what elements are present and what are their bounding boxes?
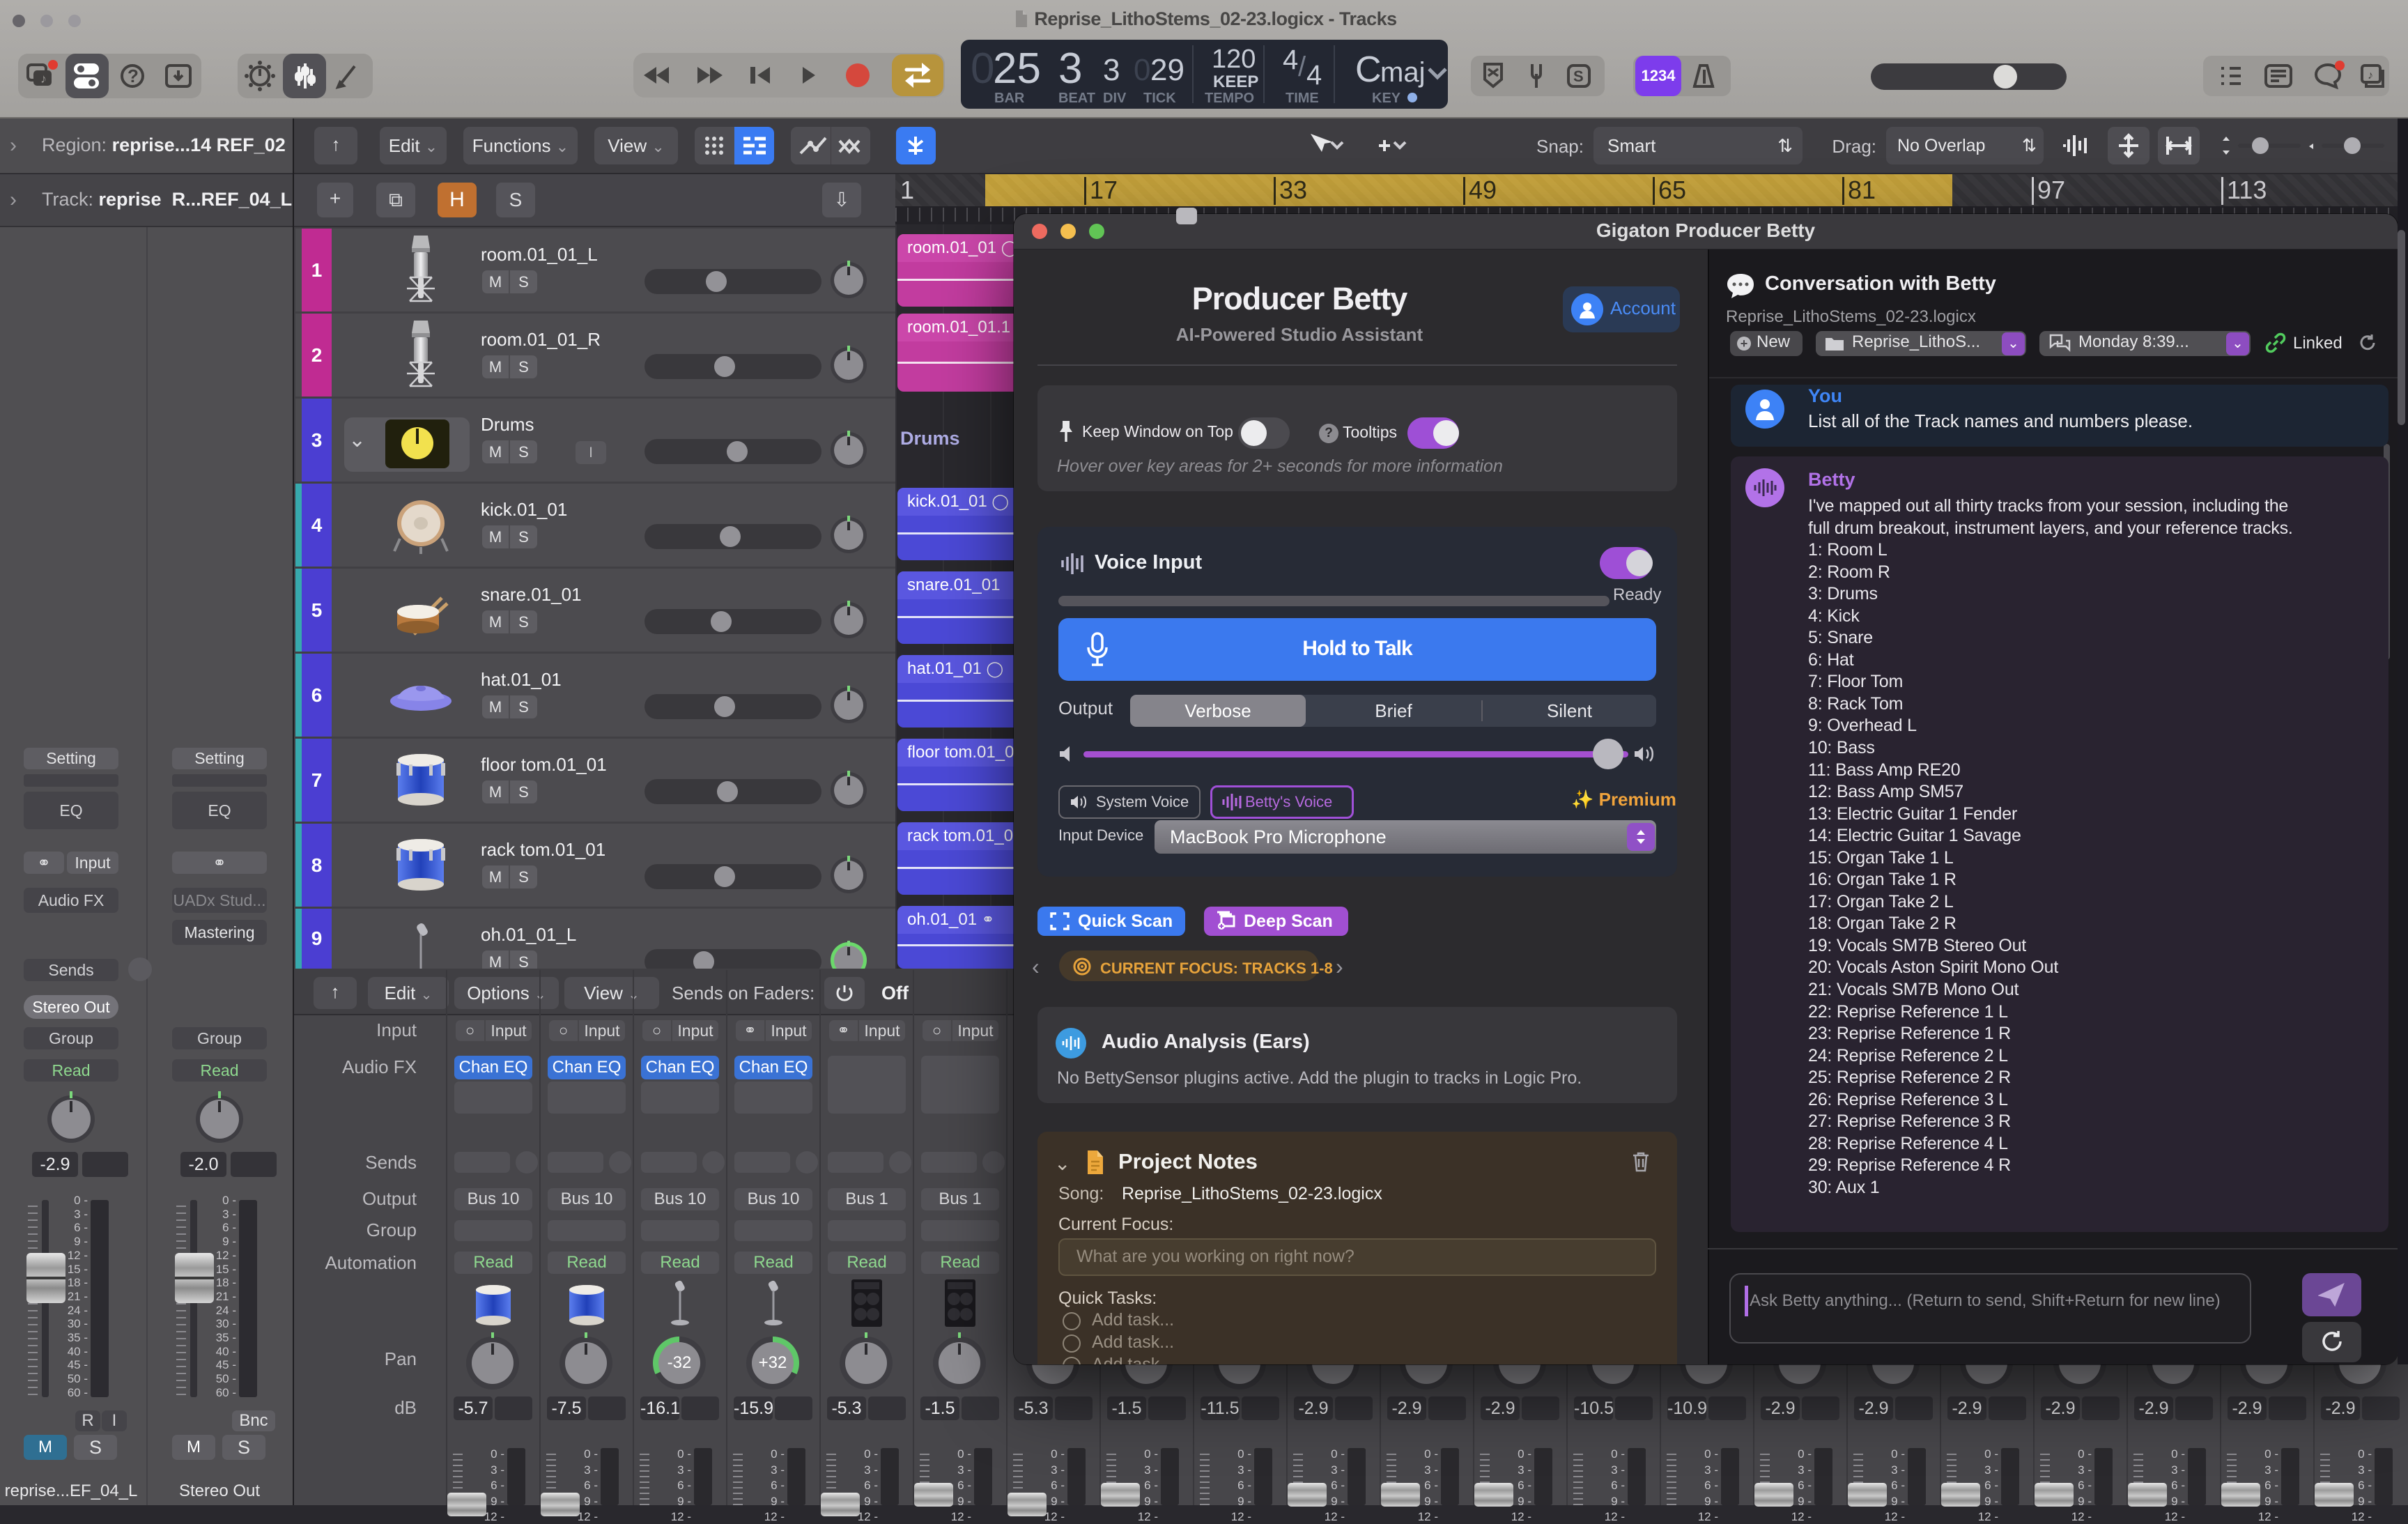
svg-text:3: 3 [1058,45,1082,93]
svg-text:KEEP: KEEP [1213,72,1258,91]
svg-text:maj: maj [1380,57,1425,88]
svg-text:4: 4 [1306,60,1322,91]
svg-text:?: ? [128,66,139,86]
svg-text:♪: ♪ [2368,70,2373,82]
svg-text:BEAT: BEAT [1058,91,1095,106]
svg-text:0: 0 [971,45,994,93]
svg-text:DIV: DIV [1103,91,1127,106]
svg-text:S: S [1573,68,1584,85]
svg-text:3: 3 [1103,53,1120,87]
svg-text:TICK: TICK [1143,91,1176,106]
svg-text:KEY: KEY [1372,91,1401,106]
svg-text:♪: ♪ [40,72,47,86]
svg-text:25: 25 [993,45,1041,93]
svg-text:C: C [1355,49,1382,90]
svg-text:BAR: BAR [994,91,1025,106]
svg-text:/: / [1298,52,1306,82]
svg-text:120: 120 [1212,45,1256,74]
svg-text:0: 0 [1134,53,1150,87]
svg-text:4: 4 [1283,45,1298,75]
svg-text:29: 29 [1150,53,1184,87]
svg-text:TIME: TIME [1286,91,1319,106]
svg-text:TEMPO: TEMPO [1205,91,1254,106]
